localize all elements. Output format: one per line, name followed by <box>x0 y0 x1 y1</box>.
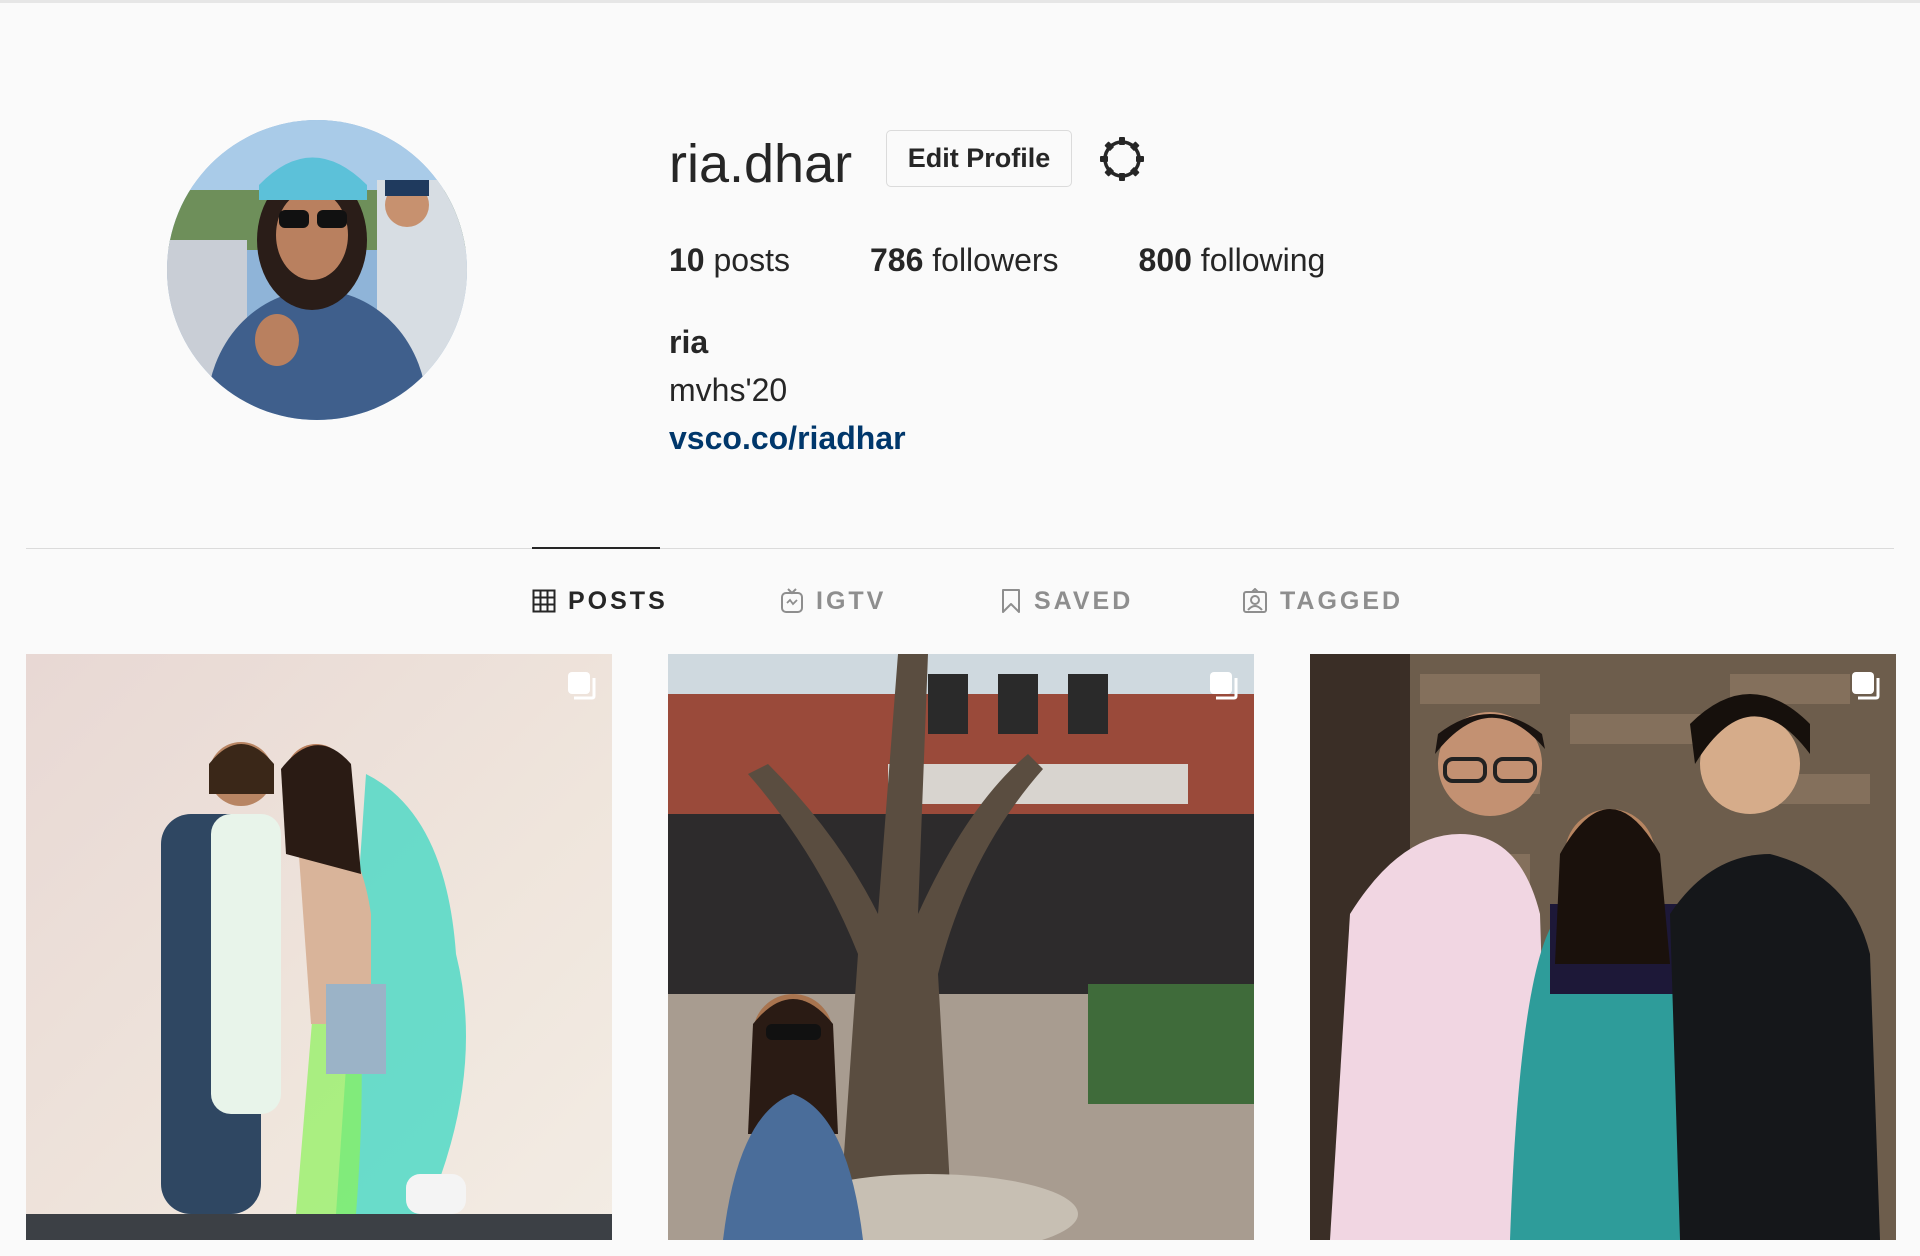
carousel-icon <box>1210 672 1238 700</box>
edit-profile-button[interactable]: Edit Profile <box>886 130 1072 187</box>
tabs-divider <box>26 548 1894 549</box>
tab-posts[interactable]: POSTS <box>532 584 668 618</box>
post-thumbnail-3[interactable] <box>1310 654 1896 1240</box>
followers-count-label: followers <box>932 242 1059 278</box>
avatar-photo <box>167 120 467 420</box>
post-1-photo <box>26 654 612 1240</box>
profile-website-link[interactable]: vsco.co/riadhar <box>669 416 906 460</box>
followers-count-value: 786 <box>869 242 924 278</box>
top-border <box>0 0 1920 3</box>
tab-tagged-label: TAGGED <box>1280 586 1404 615</box>
profile-avatar[interactable] <box>167 120 467 420</box>
tab-igtv-label: IGTV <box>816 586 887 615</box>
igtv-icon <box>781 588 803 613</box>
carousel-icon <box>568 672 596 700</box>
following-count-label: following <box>1200 242 1326 278</box>
grid-icon <box>532 589 556 613</box>
profile-username: ria.dhar <box>669 134 853 194</box>
following-link[interactable]: 800 following <box>1139 238 1326 282</box>
tagged-icon <box>1243 588 1267 613</box>
posts-count-value: 10 <box>669 242 705 278</box>
carousel-icon <box>1852 672 1880 700</box>
post-3-photo <box>1310 654 1896 1240</box>
posts-count: 10 posts <box>669 238 790 282</box>
post-2-photo <box>668 654 1254 1240</box>
post-thumbnail-1[interactable] <box>26 654 612 1240</box>
settings-gear-icon[interactable] <box>1096 133 1148 185</box>
followers-link[interactable]: 786 followers <box>870 238 1059 282</box>
tab-igtv[interactable]: IGTV <box>780 584 886 618</box>
profile-full-name: ria <box>669 324 709 360</box>
active-tab-indicator <box>532 547 660 549</box>
post-thumbnail-2[interactable] <box>668 654 1254 1240</box>
tab-posts-label: POSTS <box>568 586 668 615</box>
posts-count-label: posts <box>713 242 790 278</box>
profile-stats: 10 posts 786 followers 800 following <box>669 238 1405 282</box>
bookmark-icon <box>1002 589 1020 613</box>
tab-saved-label: SAVED <box>1034 586 1134 615</box>
tab-tagged[interactable]: TAGGED <box>1242 584 1403 618</box>
tab-saved[interactable]: SAVED <box>1000 584 1133 618</box>
following-count-value: 800 <box>1138 242 1192 278</box>
profile-bio: mvhs'20 <box>669 372 788 408</box>
